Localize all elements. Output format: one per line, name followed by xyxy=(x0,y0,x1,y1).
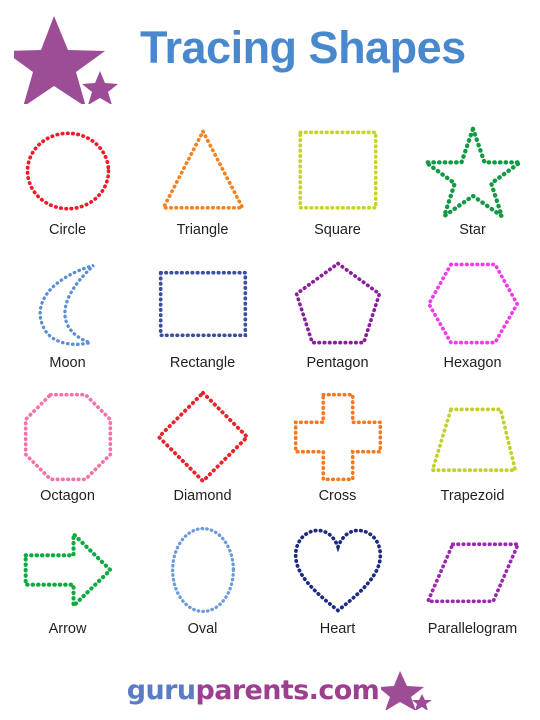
oval-shape xyxy=(153,520,253,620)
shape-cell-star: Star xyxy=(405,112,540,245)
parallelogram-shape xyxy=(423,520,523,620)
shape-cell-arrow: Arrow xyxy=(0,511,135,644)
crescent-moon-shape xyxy=(18,254,118,354)
shape-label: Triangle xyxy=(176,222,229,238)
octagon-shape xyxy=(18,387,118,487)
shape-label: Heart xyxy=(319,621,356,637)
shape-cell-triangle: Triangle xyxy=(135,112,270,245)
shape-label: Cross xyxy=(318,488,357,504)
tracing-shapes-worksheet: Tracing Shapes Circle Triangle Square St… xyxy=(0,0,540,720)
shape-cell-trapezoid: Trapezoid xyxy=(405,378,540,511)
shape-cell-hexagon: Hexagon xyxy=(405,245,540,378)
pentagon-shape xyxy=(288,254,388,354)
rectangle-shape xyxy=(153,254,253,354)
shape-cell-pentagon: Pentagon xyxy=(270,245,405,378)
shape-cell-rectangle: Rectangle xyxy=(135,245,270,378)
shape-cell-diamond: Diamond xyxy=(135,378,270,511)
shape-label: Rectangle xyxy=(169,355,236,371)
shape-label: Trapezoid xyxy=(440,488,505,504)
shape-cell-square: Square xyxy=(270,112,405,245)
two-stars-icon xyxy=(4,14,124,107)
trapezoid-shape xyxy=(423,387,523,487)
arrow-right-shape xyxy=(18,520,118,620)
circle-shape xyxy=(18,121,118,221)
page-title: Tracing Shapes xyxy=(140,22,466,73)
hexagon-shape xyxy=(423,254,523,354)
shapes-grid: Circle Triangle Square Star Moon Rectang… xyxy=(0,112,540,660)
shape-cell-parallelogram: Parallelogram xyxy=(405,511,540,644)
shape-label: Moon xyxy=(49,355,86,371)
shape-label: Diamond xyxy=(173,488,232,504)
diamond-shape xyxy=(153,387,253,487)
page-header: Tracing Shapes xyxy=(0,0,540,112)
heart-shape xyxy=(288,520,388,620)
star-shape xyxy=(418,121,527,222)
brand-parents-text: parents.com xyxy=(195,674,380,706)
shape-cell-octagon: Octagon xyxy=(0,378,135,511)
shape-label: Oval xyxy=(187,621,218,637)
shape-cell-circle: Circle xyxy=(0,112,135,245)
shape-label: Square xyxy=(314,222,361,238)
shape-cell-oval: Oval xyxy=(135,511,270,644)
shape-label: Hexagon xyxy=(443,355,502,371)
shape-cell-moon: Moon xyxy=(0,245,135,378)
shape-label: Star xyxy=(459,222,486,238)
shape-label: Pentagon xyxy=(306,355,369,371)
two-stars-icon xyxy=(378,670,433,711)
shape-label: Parallelogram xyxy=(427,621,518,637)
brand-logo: guruparents.com xyxy=(126,674,380,706)
shape-cell-cross: Cross xyxy=(270,378,405,511)
shape-label: Arrow xyxy=(48,621,87,637)
shape-label: Circle xyxy=(48,222,87,238)
brand-guru-text: guru xyxy=(126,674,196,706)
shape-label: Octagon xyxy=(40,488,95,504)
square-shape xyxy=(288,121,388,221)
page-footer: guruparents.com xyxy=(0,660,540,720)
shape-cell-heart: Heart xyxy=(270,511,405,644)
triangle-shape xyxy=(153,121,253,221)
cross-shape xyxy=(288,387,388,487)
